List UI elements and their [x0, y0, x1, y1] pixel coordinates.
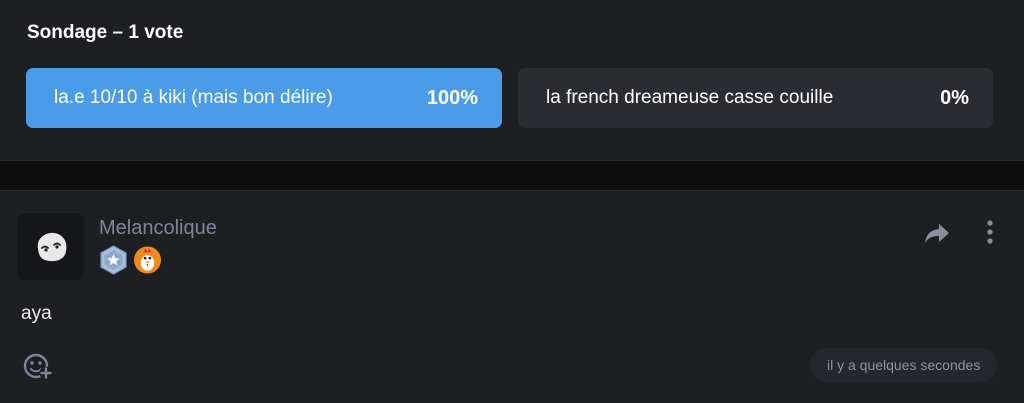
- kebab-menu-icon: [987, 220, 993, 244]
- poll-option-percent: 0%: [940, 86, 969, 109]
- avatar[interactable]: [17, 213, 84, 280]
- poll-option-percent: 100%: [426, 86, 478, 109]
- add-reaction-button[interactable]: [22, 351, 54, 381]
- poll-card: Sondage – 1 vote la.e 10/10 à kiki (mais…: [0, 0, 1024, 161]
- add-emoji-icon: [23, 353, 53, 380]
- badge-list: [99, 245, 162, 275]
- post-author[interactable]: Melancolique: [99, 217, 217, 240]
- post-card: Melancolique aya il y a quelques seconde…: [0, 190, 1024, 403]
- poll-title: Sondage – 1 vote: [27, 22, 184, 43]
- more-options-button[interactable]: [982, 219, 998, 245]
- poll-option-1[interactable]: la.e 10/10 à kiki (mais bon délire) 100%: [26, 68, 502, 128]
- chicken-badge-icon[interactable]: [133, 245, 162, 275]
- poll-option-label: la.e 10/10 à kiki (mais bon délire): [54, 87, 333, 108]
- share-button[interactable]: [924, 221, 950, 245]
- post-message: aya: [21, 303, 52, 324]
- star-shield-badge-icon[interactable]: [99, 245, 128, 275]
- poll-option-2[interactable]: la french dreameuse casse couille 0%: [518, 68, 993, 128]
- poll-option-label: la french dreameuse casse couille: [546, 87, 834, 108]
- avatar-face-icon: [37, 232, 66, 261]
- share-arrow-icon: [925, 224, 949, 243]
- post-timestamp: il y a quelques secondes: [810, 348, 998, 382]
